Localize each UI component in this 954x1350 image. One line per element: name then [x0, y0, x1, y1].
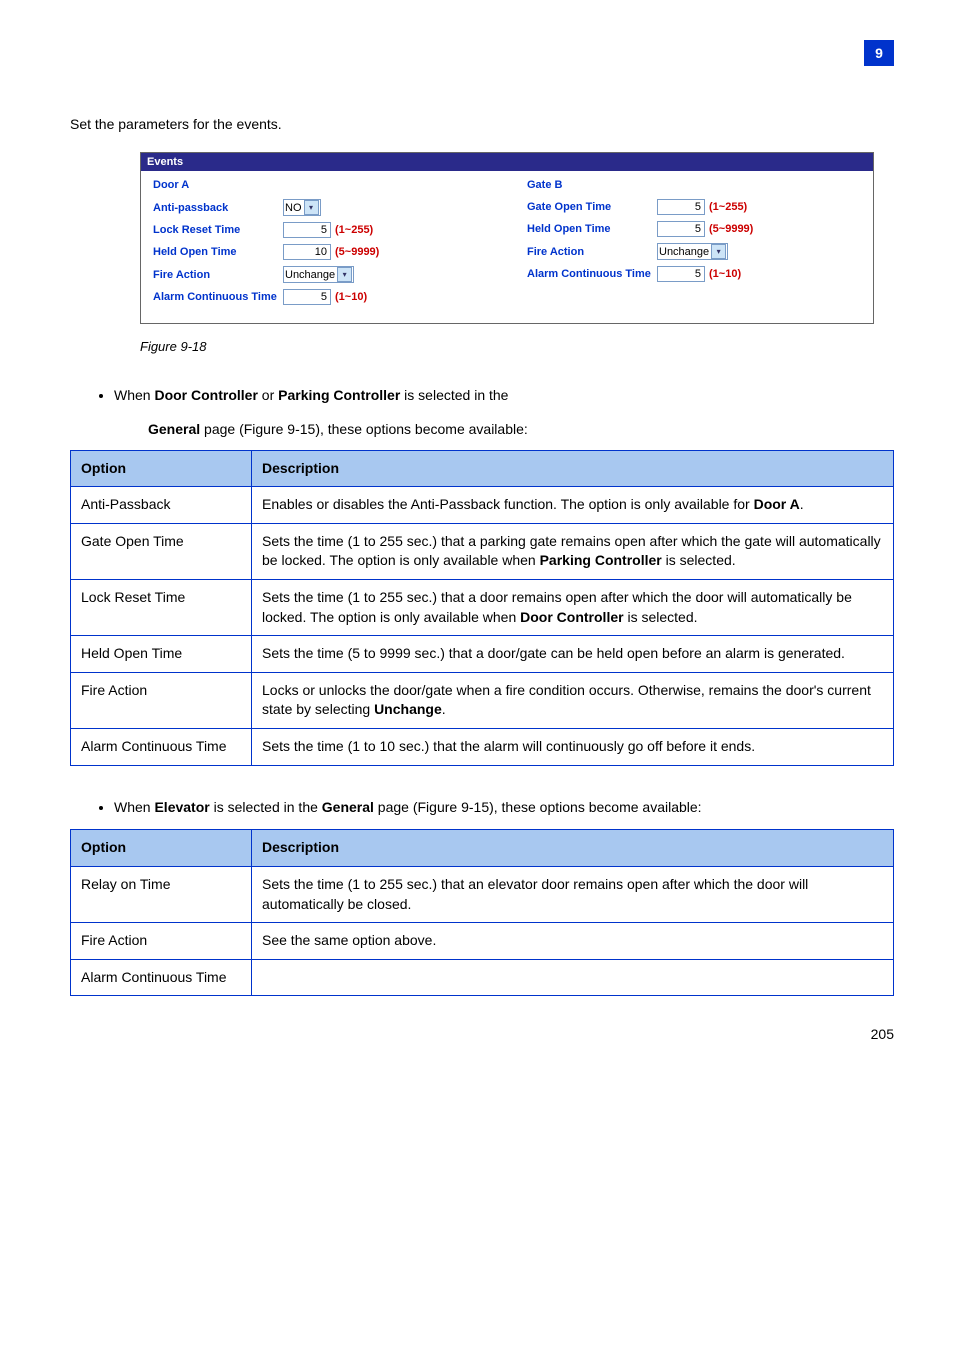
table-row: Fire Action Locks or unlocks the door/ga… — [71, 672, 894, 728]
alarmcont-a-input[interactable] — [283, 289, 331, 305]
heldopen-b-label: Held Open Time — [527, 223, 657, 235]
events-title: Events — [141, 153, 873, 171]
heldopen-a-range: (5~9999) — [335, 246, 379, 258]
fireaction-a-select[interactable]: Unchange▾ — [283, 266, 354, 283]
chapter-badge: 9 — [864, 40, 894, 66]
events-panel: Events Door A Anti-passback NO▾ Lock Res… — [140, 152, 874, 324]
table-row: Alarm Continuous Time Sets the time (1 t… — [71, 728, 894, 765]
figure-caption: Figure 9-18 — [140, 339, 894, 354]
gateopen-label: Gate Open Time — [527, 201, 657, 213]
fireaction-a-label: Fire Action — [153, 269, 283, 281]
bullet-elevator: When Elevator is selected in the General… — [114, 796, 894, 820]
table-row: Fire Action See the same option above. — [71, 923, 894, 960]
gateopen-input[interactable] — [657, 199, 705, 215]
alarmcont-b-label: Alarm Continuous Time — [527, 268, 657, 280]
table-row: Anti-Passback Enables or disables the An… — [71, 487, 894, 524]
fireaction-b-select[interactable]: Unchange▾ — [657, 243, 728, 260]
alarmcont-a-range: (1~10) — [335, 291, 367, 303]
gate-b-heading: Gate B — [527, 179, 861, 191]
bullet1-continued: General page (Figure 9-15), these option… — [148, 418, 894, 442]
chevron-down-icon: ▾ — [304, 200, 319, 215]
chevron-down-icon: ▾ — [711, 244, 726, 259]
section-heading: Set the parameters for the events. — [70, 116, 894, 132]
th-description: Description — [252, 830, 894, 867]
fireaction-b-label: Fire Action — [527, 246, 657, 258]
table-row: Relay on Time Sets the time (1 to 255 se… — [71, 866, 894, 922]
heldopen-b-range: (5~9999) — [709, 223, 753, 235]
table-row: Gate Open Time Sets the time (1 to 255 s… — [71, 523, 894, 579]
lockreset-range: (1~255) — [335, 224, 373, 236]
page-number: 205 — [70, 1026, 894, 1042]
options-table-elevator: Option Description Relay on Time Sets th… — [70, 829, 894, 996]
table-row: Alarm Continuous Time — [71, 959, 894, 996]
gateopen-range: (1~255) — [709, 201, 747, 213]
alarmcont-a-label: Alarm Continuous Time — [153, 291, 283, 303]
th-option: Option — [71, 450, 252, 487]
antipassback-label: Anti-passback — [153, 202, 283, 214]
table-row: Lock Reset Time Sets the time (1 to 255 … — [71, 579, 894, 635]
alarmcont-b-range: (1~10) — [709, 268, 741, 280]
chevron-down-icon: ▾ — [337, 267, 352, 282]
heldopen-a-input[interactable] — [283, 244, 331, 260]
table-row: Held Open Time Sets the time (5 to 9999 … — [71, 636, 894, 673]
alarmcont-b-input[interactable] — [657, 266, 705, 282]
th-option: Option — [71, 830, 252, 867]
options-table-door: Option Description Anti-Passback Enables… — [70, 450, 894, 766]
th-description: Description — [252, 450, 894, 487]
door-a-heading: Door A — [153, 179, 487, 191]
heldopen-a-label: Held Open Time — [153, 246, 283, 258]
heldopen-b-input[interactable] — [657, 221, 705, 237]
antipassback-select[interactable]: NO▾ — [283, 199, 321, 216]
lockreset-input[interactable] — [283, 222, 331, 238]
bullet-door-parking: When Door Controller or Parking Controll… — [114, 384, 894, 408]
lockreset-label: Lock Reset Time — [153, 224, 283, 236]
